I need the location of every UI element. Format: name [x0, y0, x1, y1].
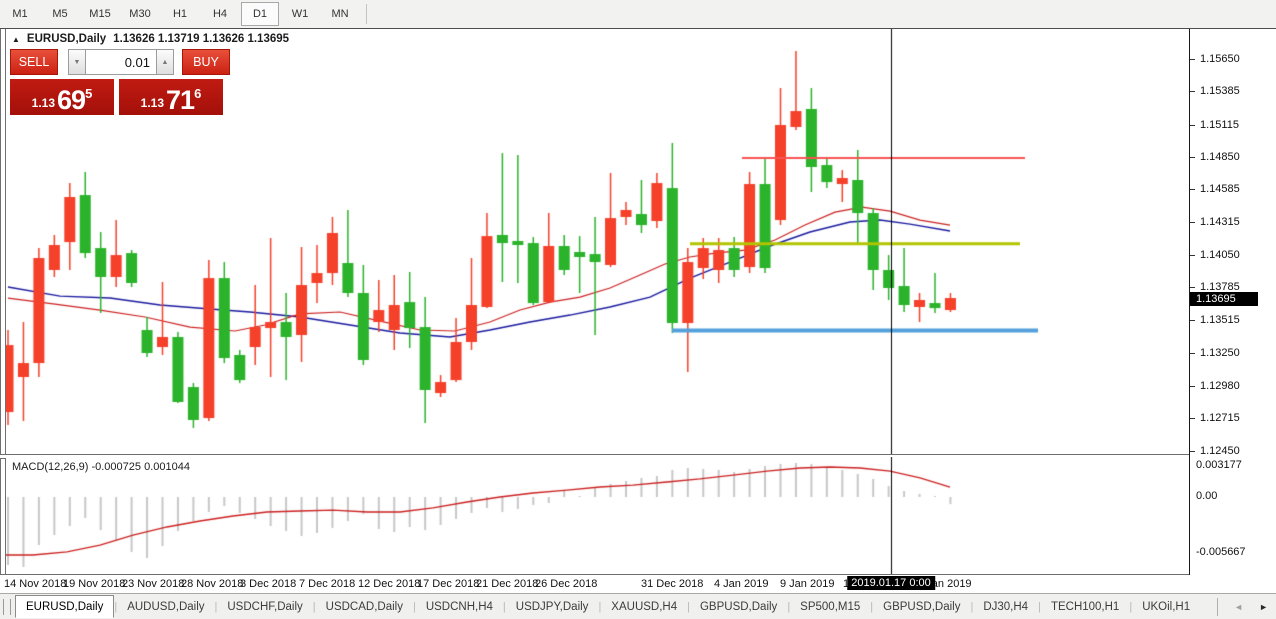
- one-click-trading-widget: SELL ▼ ▲ BUY 1.13 69 5 1.13 71 6: [10, 49, 230, 115]
- timeframe-button-w1[interactable]: W1: [281, 2, 319, 26]
- price-axis-label: 1.15115: [1200, 119, 1239, 131]
- chart-tab-sp500-m15[interactable]: SP500,M15: [790, 597, 870, 617]
- date-axis-label: 12 Dec 2018: [358, 578, 420, 590]
- crosshair-date-badge: 2019.01.17 0:00: [847, 576, 935, 590]
- timeframe-toolbar: M1M5M15M30H1H4D1W1MN: [0, 0, 1276, 29]
- date-axis-label: 9 Jan 2019: [780, 578, 834, 590]
- buy-price-big-digits: 71: [166, 87, 194, 113]
- chart-tab-usdchf-daily[interactable]: USDCHF,Daily: [217, 597, 312, 617]
- price-axis-label: 1.14050: [1200, 249, 1240, 261]
- chart-tab-ukoil-h1[interactable]: UKOil,H1: [1132, 597, 1200, 617]
- buy-price-prefix: 1.13: [141, 96, 164, 110]
- timeframe-button-h4[interactable]: H4: [201, 2, 239, 26]
- timeframe-button-mn[interactable]: MN: [321, 2, 359, 26]
- date-axis[interactable]: 14 Nov 201819 Nov 201823 Nov 201828 Nov …: [0, 575, 1276, 593]
- chart-tab-usdjpy-daily[interactable]: USDJPY,Daily: [506, 597, 599, 617]
- date-axis-label: 19 Nov 2018: [63, 578, 125, 590]
- price-axis-label: 1.14315: [1200, 216, 1240, 228]
- chart-tab-gbpusd-daily[interactable]: GBPUSD,Daily: [873, 597, 970, 617]
- price-axis-label: 1.15385: [1200, 85, 1240, 97]
- date-axis-label: 17 Dec 2018: [417, 578, 479, 590]
- volume-stepper: ▼ ▲: [68, 49, 174, 75]
- buy-button[interactable]: BUY: [182, 49, 230, 75]
- date-axis-label: 4 Jan 2019: [714, 578, 768, 590]
- price-axis-label: 1.12980: [1200, 380, 1240, 392]
- chart-tab-dj30-h4[interactable]: DJ30,H4: [973, 597, 1038, 617]
- date-axis-label: 21 Dec 2018: [476, 578, 538, 590]
- sell-price-big-digits: 69: [57, 87, 85, 113]
- chart-tab-audusd-daily[interactable]: AUDUSD,Daily: [117, 597, 214, 617]
- chart-tab-tech100-h1[interactable]: TECH100,H1: [1041, 597, 1129, 617]
- macd-label: MACD(12,26,9) -0.000725 0.001044: [12, 461, 190, 473]
- macd-axis-label: 0.00: [1196, 490, 1217, 502]
- date-axis-label: 23 Nov 2018: [122, 578, 184, 590]
- chart-title: ▲ EURUSD,Daily 1.13626 1.13719 1.13626 1…: [12, 33, 289, 45]
- price-axis[interactable]: 1.15650 1.15385 1.15115 1.14850 1.14585 1.143…: [1189, 29, 1276, 592]
- price-axis-label: 1.14585: [1200, 183, 1240, 195]
- timeframe-button-h1[interactable]: H1: [161, 2, 199, 26]
- chart-tab-usdcnh-h4[interactable]: USDCNH,H4: [416, 597, 503, 617]
- macd-indicator-canvas[interactable]: [6, 457, 1189, 574]
- chart-tab-xauusd-h4[interactable]: XAUUSD,H4: [601, 597, 687, 617]
- buy-price-pip-digit: 6: [194, 86, 201, 101]
- date-axis-label: 7 Dec 2018: [299, 578, 355, 590]
- price-axis-label: 1.12715: [1200, 412, 1240, 424]
- chart-tab-usdcad-daily[interactable]: USDCAD,Daily: [316, 597, 413, 617]
- tab-scroll-right-icon[interactable]: ►: [1251, 602, 1276, 612]
- timeframe-button-d1[interactable]: D1: [241, 2, 279, 26]
- timeframe-button-m1[interactable]: M1: [1, 2, 39, 26]
- toolbar-separator: [366, 4, 367, 24]
- chart-symbol-label: EURUSD,Daily: [27, 33, 106, 45]
- price-axis-label: 1.14850: [1200, 151, 1240, 163]
- date-axis-label: 14 Nov 2018: [4, 578, 66, 590]
- sell-button[interactable]: SELL: [10, 49, 58, 75]
- timeframe-button-m15[interactable]: M15: [81, 2, 119, 26]
- chart-tab-gbpusd-daily[interactable]: GBPUSD,Daily: [690, 597, 787, 617]
- date-axis-label: 31 Dec 2018: [641, 578, 703, 590]
- macd-axis-label: -0.005667: [1196, 546, 1246, 558]
- sell-price-panel[interactable]: 1.13 69 5: [10, 79, 114, 115]
- sell-price-prefix: 1.13: [32, 96, 55, 110]
- tabbar-grip: [3, 599, 11, 615]
- mt4-window: M1M5M15M30H1H4D1W1MN ▲ EURUSD,Daily 1.13…: [0, 0, 1276, 619]
- tab-scroll-separator: [1217, 598, 1218, 616]
- date-axis-label: 26 Dec 2018: [535, 578, 597, 590]
- chart-tab-eurusd-daily[interactable]: EURUSD,Daily: [15, 595, 114, 618]
- volume-decrease-arrow-icon[interactable]: ▼: [68, 49, 86, 75]
- volume-increase-arrow-icon[interactable]: ▲: [156, 49, 174, 75]
- price-axis-label: 1.13515: [1200, 314, 1240, 326]
- price-axis-label: 1.15650: [1200, 53, 1240, 65]
- date-axis-label: 28 Nov 2018: [181, 578, 243, 590]
- timeframe-button-m30[interactable]: M30: [121, 2, 159, 26]
- sell-price-pip-digit: 5: [85, 86, 92, 101]
- buy-price-panel[interactable]: 1.13 71 6: [119, 79, 223, 115]
- chart-tab-bar: EURUSD,Daily|AUDUSD,Daily|USDCHF,Daily|U…: [0, 593, 1276, 619]
- volume-input[interactable]: [86, 49, 156, 75]
- price-axis-label: 1.13250: [1200, 347, 1240, 359]
- macd-axis-label: 0.003177: [1196, 459, 1242, 471]
- collapse-chevron-icon[interactable]: ▲: [12, 35, 20, 44]
- current-price-badge: 1.13695: [1190, 292, 1258, 306]
- chart-ohlc-values: 1.13626 1.13719 1.13626 1.13695: [113, 33, 289, 45]
- timeframe-button-m5[interactable]: M5: [41, 2, 79, 26]
- tab-scroll-left-icon[interactable]: ◄: [1226, 602, 1251, 612]
- date-axis-label: 3 Dec 2018: [240, 578, 296, 590]
- price-axis-label: 1.12450: [1200, 445, 1240, 457]
